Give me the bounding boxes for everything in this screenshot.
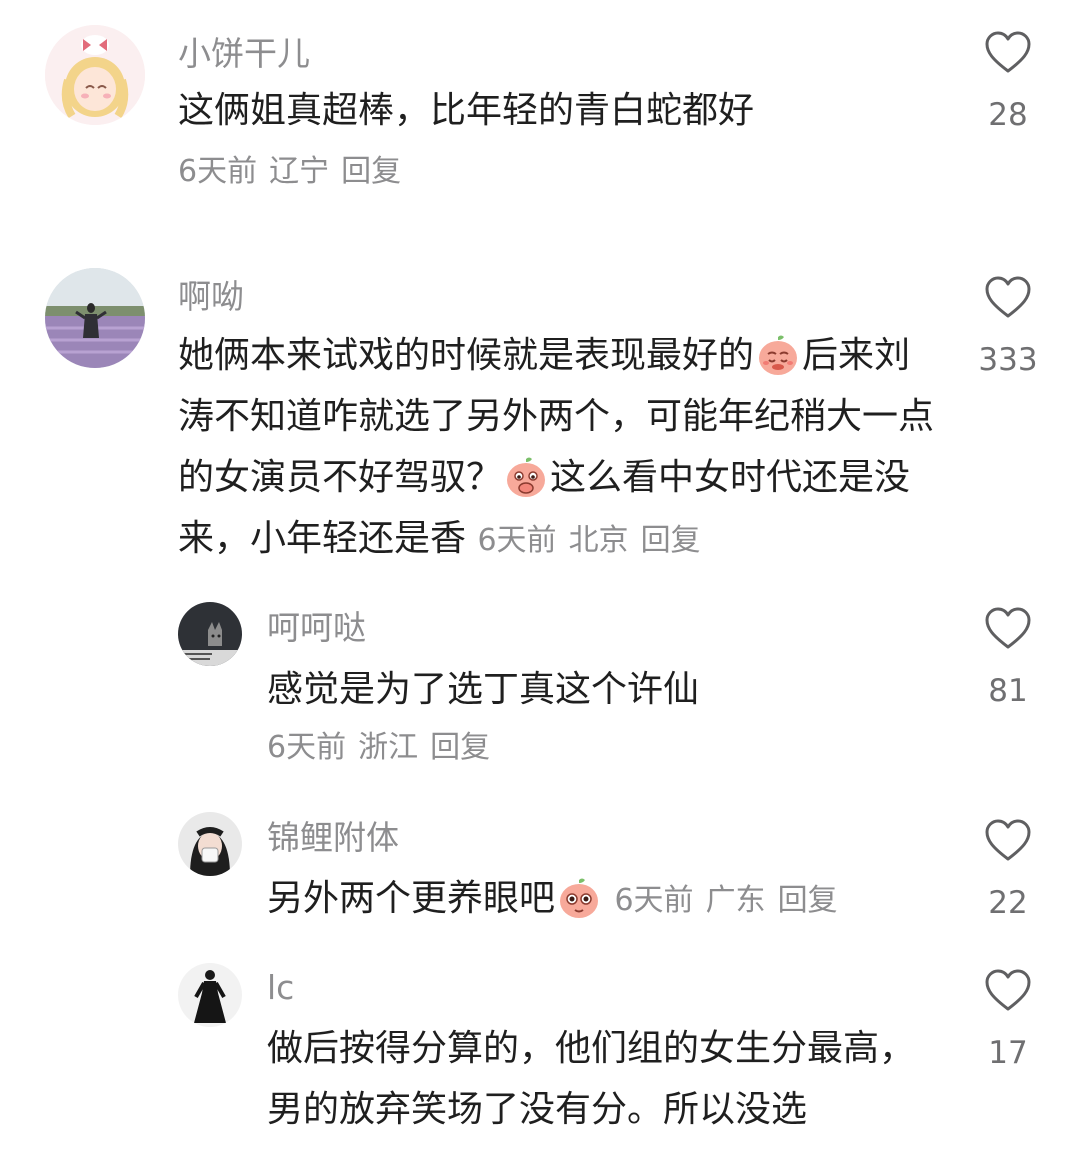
comment-text: 她俩本来试戏的时候就是表现最好的 后来刘涛不知道咋就选了另外两个，可能年纪稍大一… bbox=[178, 325, 938, 571]
heart-outline-icon bbox=[985, 819, 1031, 861]
comment-meta: 6天前 广东 回复 bbox=[614, 883, 837, 918]
comment-username[interactable]: lc bbox=[267, 968, 294, 1008]
heart-outline-icon bbox=[985, 607, 1031, 649]
like-button[interactable]: 22 bbox=[958, 818, 1058, 922]
avatar-cartoon-girl bbox=[45, 25, 145, 125]
comment-location: 广东 bbox=[705, 883, 766, 918]
reply-button[interactable]: 回复 bbox=[778, 883, 838, 918]
comment-username[interactable]: 啊呦 bbox=[178, 277, 244, 317]
thinking-peach-emoji bbox=[504, 455, 548, 499]
like-button[interactable]: 81 bbox=[958, 606, 1058, 710]
wide-eyed-peach-emoji bbox=[557, 876, 601, 920]
comment-text: 做后按得分算的，他们组的女生分最高，男的放弃笑场了没有分。所以没选 bbox=[267, 1018, 927, 1140]
comment-meta: 6天前 辽宁 回复 bbox=[178, 152, 401, 192]
comment-text-part: 感觉是为了选丁真这个许仙 bbox=[267, 669, 700, 710]
comment-location: 辽宁 bbox=[269, 154, 330, 189]
like-count: 333 bbox=[978, 342, 1038, 378]
comment-time: 6天前 bbox=[477, 523, 557, 558]
avatar-cat-dark bbox=[178, 602, 242, 666]
comment-time: 6天前 bbox=[267, 730, 347, 765]
like-button[interactable]: 17 bbox=[958, 968, 1058, 1072]
heart-outline-icon bbox=[985, 276, 1031, 318]
reply-button[interactable]: 回复 bbox=[430, 730, 490, 765]
comment-username[interactable]: 呵呵哒 bbox=[267, 608, 366, 648]
like-button[interactable]: 333 bbox=[958, 275, 1058, 379]
comment-username[interactable]: 小饼干儿 bbox=[178, 34, 310, 74]
avatar[interactable] bbox=[178, 963, 242, 1027]
comment-text-part: 另外两个更养眼吧 bbox=[267, 878, 556, 919]
like-count: 81 bbox=[988, 673, 1028, 709]
like-count: 22 bbox=[988, 885, 1028, 921]
avatar-black-dress bbox=[178, 963, 242, 1027]
heart-outline-icon bbox=[985, 969, 1031, 1011]
comment-meta: 6天前 浙江 回复 bbox=[267, 728, 490, 768]
comment-time: 6天前 bbox=[614, 883, 694, 918]
avatar[interactable] bbox=[178, 602, 242, 666]
comment-text: 另外两个更养眼吧 6天前 广东 回复 bbox=[267, 868, 947, 931]
comment-text-part: 她俩本来试戏的时候就是表现最好的 bbox=[178, 335, 755, 376]
like-count: 28 bbox=[988, 97, 1028, 133]
heart-outline-icon bbox=[985, 31, 1031, 73]
comment-username[interactable]: 锦鲤附体 bbox=[267, 818, 399, 858]
avatar[interactable] bbox=[45, 25, 145, 125]
pleading-peach-emoji bbox=[756, 333, 800, 377]
comment-text-part: 这俩姐真超棒，比年轻的青白蛇都好 bbox=[178, 90, 755, 131]
comment-text: 这俩姐真超棒，比年轻的青白蛇都好 bbox=[178, 80, 958, 141]
reply-button[interactable]: 回复 bbox=[341, 154, 401, 189]
comment-text: 感觉是为了选丁真这个许仙 bbox=[267, 659, 947, 720]
reply-button[interactable]: 回复 bbox=[641, 523, 701, 558]
avatar-lavender-field bbox=[45, 268, 145, 368]
avatar[interactable] bbox=[45, 268, 145, 368]
comment-location: 北京 bbox=[568, 523, 629, 558]
avatar[interactable] bbox=[178, 812, 242, 876]
comment-location: 浙江 bbox=[358, 730, 419, 765]
comment-time: 6天前 bbox=[178, 154, 258, 189]
avatar-girl-selfie bbox=[178, 812, 242, 876]
like-button[interactable]: 28 bbox=[958, 30, 1058, 134]
comment-meta: 6天前 北京 回复 bbox=[477, 523, 700, 558]
comment-text-part: 做后按得分算的，他们组的女生分最高，男的放弃笑场了没有分。所以没选 bbox=[267, 1028, 916, 1130]
like-count: 17 bbox=[988, 1035, 1028, 1071]
